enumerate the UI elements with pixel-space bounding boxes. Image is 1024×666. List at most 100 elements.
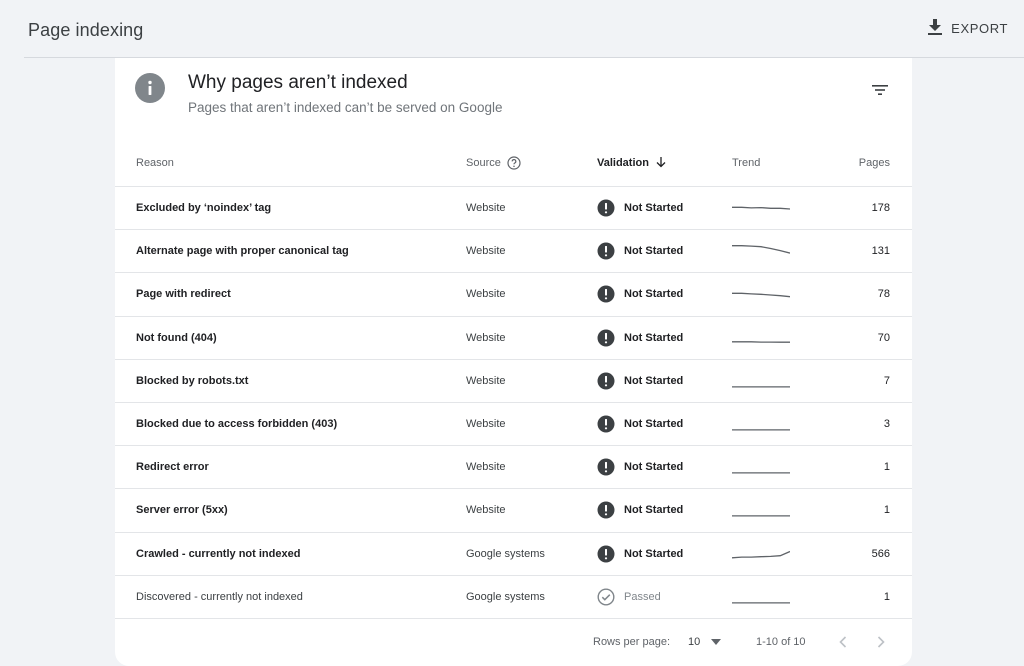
- row-pages: 131: [871, 245, 890, 258]
- why-not-indexed-card: Why pages aren’t indexed Pages that aren…: [115, 58, 912, 666]
- table-row[interactable]: Redirect error Website Not Started 1: [115, 446, 912, 490]
- row-validation: Passed: [597, 576, 661, 618]
- exclamation-circle-icon: [597, 458, 615, 476]
- filter-icon: [871, 83, 889, 101]
- row-source: Website: [466, 461, 506, 474]
- row-pages: 3: [883, 417, 890, 430]
- row-pages: 566: [871, 547, 890, 560]
- exclamation-circle-icon: [597, 372, 615, 390]
- row-pages: 1: [883, 504, 890, 517]
- top-bar: Page indexing EXPORT: [0, 0, 1024, 58]
- table-row[interactable]: Alternate page with proper canonical tag…: [115, 230, 912, 274]
- arrow-down-icon: [656, 157, 666, 168]
- row-reason: Discovered - currently not indexed: [136, 590, 303, 603]
- exclamation-circle-icon: [597, 285, 615, 303]
- row-reason: Page with redirect: [136, 288, 231, 301]
- row-reason: Not found (404): [136, 331, 217, 344]
- row-reason: Blocked by robots.txt: [136, 374, 249, 387]
- row-validation: Not Started: [597, 230, 683, 272]
- table-header: Reason Source Validation Trend Pages: [115, 139, 912, 187]
- row-validation: Not Started: [597, 446, 683, 488]
- row-validation: Not Started: [597, 403, 683, 445]
- rows-per-page-label: Rows per page:: [593, 636, 671, 648]
- trend-sparkline: [732, 515, 790, 517]
- page-range: 1-10 of 10: [756, 636, 806, 648]
- trend-line: [732, 293, 790, 298]
- pagination: Rows per page: 10 1-10 of 10: [115, 620, 912, 664]
- row-reason: Server error (5xx): [136, 504, 228, 517]
- info-icon: [135, 73, 165, 103]
- table-row[interactable]: Not found (404) Website Not Started 70: [115, 317, 912, 360]
- column-header-validation[interactable]: Validation: [597, 139, 666, 186]
- chevron-left-icon[interactable]: [839, 620, 847, 664]
- card-header: Why pages aren’t indexed Pages that aren…: [115, 58, 912, 138]
- exclamation-circle-icon: [597, 329, 615, 347]
- row-reason: Alternate page with proper canonical tag: [136, 245, 349, 258]
- trend-sparkline: [732, 340, 790, 343]
- column-header-reason[interactable]: Reason: [136, 139, 174, 186]
- trend-line: [732, 550, 790, 558]
- export-label: EXPORT: [951, 21, 1008, 36]
- row-source: Website: [466, 374, 506, 387]
- trend-sparkline: [732, 386, 790, 388]
- row-pages: 78: [877, 288, 890, 301]
- table-row[interactable]: Server error (5xx) Website Not Started 1: [115, 489, 912, 533]
- row-pages: 7: [883, 374, 890, 387]
- trend-sparkline: [732, 472, 790, 474]
- row-reason: Crawled - currently not indexed: [136, 547, 301, 560]
- table-row[interactable]: Page with redirect Website Not Started 7…: [115, 273, 912, 317]
- trend-line: [732, 245, 790, 254]
- rows-per-page-select[interactable]: 10: [688, 620, 700, 664]
- row-pages: 70: [877, 331, 890, 344]
- row-reason: Redirect error: [136, 461, 209, 474]
- row-pages: 1: [883, 590, 890, 603]
- export-button[interactable]: EXPORT: [928, 19, 1008, 38]
- row-source: Website: [466, 245, 506, 258]
- row-source: Website: [466, 417, 506, 430]
- exclamation-circle-icon: [597, 501, 615, 519]
- check-circle-icon: [597, 588, 615, 606]
- exclamation-circle-icon: [597, 415, 615, 433]
- caret-down-icon[interactable]: [711, 620, 721, 664]
- row-validation: Not Started: [597, 187, 683, 229]
- trend-line: [732, 206, 790, 210]
- column-header-trend: Trend: [732, 156, 761, 169]
- exclamation-circle-icon: [597, 545, 615, 563]
- row-validation: Not Started: [597, 489, 683, 531]
- row-source: Website: [466, 331, 506, 344]
- row-source: Google systems: [466, 547, 545, 560]
- trend-sparkline: [732, 429, 790, 431]
- row-source: Google systems: [466, 590, 545, 603]
- row-source: Website: [466, 504, 506, 517]
- table-row[interactable]: Excluded by ‘noindex’ tag Website Not St…: [115, 187, 912, 231]
- table-body: Excluded by ‘noindex’ tag Website Not St…: [115, 187, 912, 619]
- row-source: Website: [466, 288, 506, 301]
- row-validation: Not Started: [597, 317, 683, 359]
- trend-sparkline: [732, 293, 790, 298]
- trend-sparkline: [732, 245, 790, 254]
- trend-sparkline: [732, 601, 790, 604]
- chevron-right-icon[interactable]: [877, 620, 885, 664]
- column-header-pages[interactable]: Pages: [859, 139, 890, 186]
- exclamation-circle-icon: [597, 242, 615, 260]
- row-pages: 178: [871, 202, 890, 214]
- row-pages: 1: [883, 461, 890, 474]
- exclamation-circle-icon: [597, 199, 615, 217]
- table-row[interactable]: Crawled - currently not indexed Google s…: [115, 533, 912, 576]
- row-validation: Not Started: [597, 360, 683, 402]
- table-row[interactable]: Discovered - currently not indexed Googl…: [115, 576, 912, 619]
- trend-sparkline: [732, 206, 790, 210]
- column-header-source[interactable]: Source: [466, 139, 521, 186]
- table-row[interactable]: Blocked by robots.txt Website Not Starte…: [115, 360, 912, 403]
- row-reason: Blocked due to access forbidden (403): [136, 417, 338, 430]
- row-validation: Not Started: [597, 533, 683, 575]
- row-reason: Excluded by ‘noindex’ tag: [136, 202, 272, 214]
- help-circle-icon[interactable]: [507, 155, 521, 170]
- page-title: Page indexing: [28, 20, 144, 40]
- table-row[interactable]: Blocked due to access forbidden (403) We…: [115, 403, 912, 447]
- row-source: Website: [466, 202, 506, 214]
- trend-sparkline: [732, 550, 790, 558]
- card-subtitle: Pages that aren’t indexed can’t be serve…: [188, 100, 503, 115]
- filter-button[interactable]: [868, 80, 892, 104]
- row-validation: Not Started: [597, 273, 683, 315]
